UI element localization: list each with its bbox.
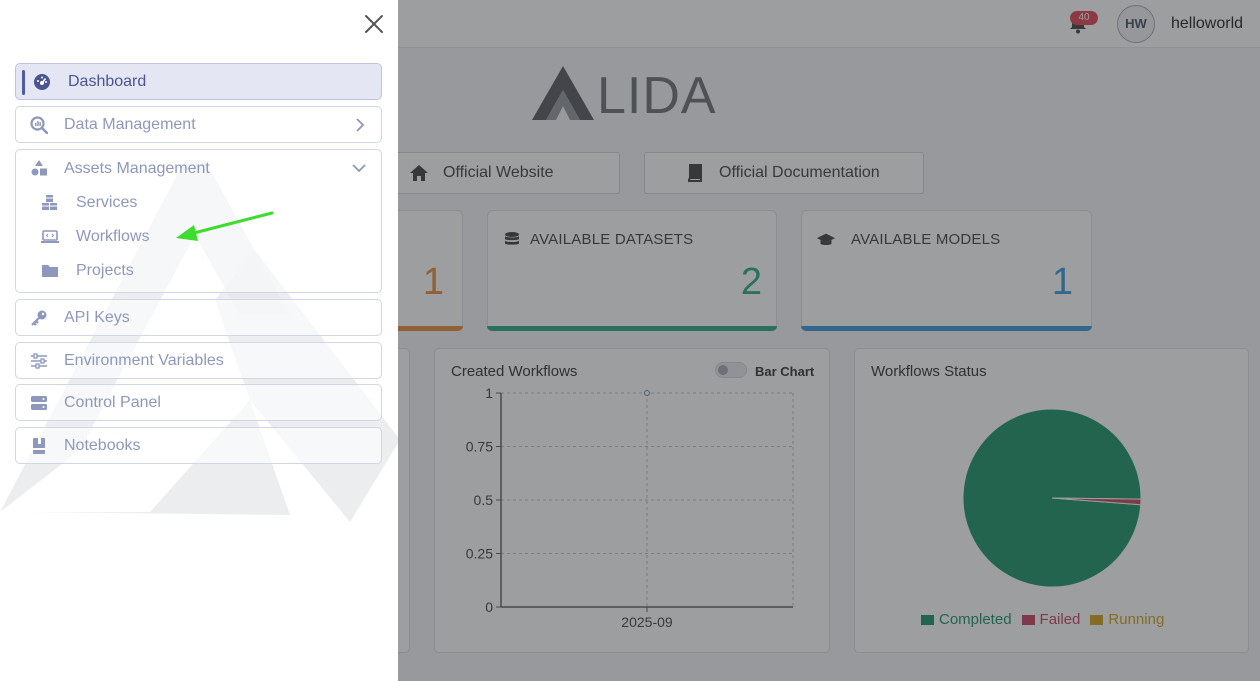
nav-label: Services: [76, 194, 138, 211]
active-indicator: [22, 70, 25, 95]
laptop-code-icon: [41, 230, 59, 243]
nav-label: Projects: [76, 262, 134, 279]
nav-subitem-services[interactable]: Services: [16, 187, 381, 217]
key-icon: [30, 309, 48, 327]
nav-group-assets-management: Assets Management Services Workflows Pro…: [15, 149, 382, 293]
close-icon[interactable]: [362, 12, 386, 36]
server-icon: [30, 394, 48, 412]
side-drawer: Dashboard Data Management Assets Managem…: [0, 0, 398, 681]
nav-label: API Keys: [64, 309, 130, 326]
nav-label: Dashboard: [68, 73, 147, 90]
chevron-down-icon: [352, 164, 366, 173]
cubes-icon: [42, 195, 57, 210]
nav-label: Data Management: [64, 116, 196, 133]
nav-label: Assets Management: [64, 160, 210, 177]
shapes-icon: [31, 160, 47, 176]
nav-item-control-panel[interactable]: Control Panel: [15, 384, 382, 421]
dashboard-icon: [33, 73, 51, 91]
nav-item-assets-management[interactable]: Assets Management: [16, 150, 381, 188]
nav-label: Control Panel: [64, 394, 161, 411]
nav-label: Workflows: [76, 228, 150, 245]
nav-item-api-keys[interactable]: API Keys: [15, 299, 382, 336]
folder-icon: [42, 265, 58, 277]
nav-item-environment-variables[interactable]: Environment Variables: [15, 342, 382, 379]
nav-label: Notebooks: [64, 437, 141, 454]
chevron-right-icon: [356, 118, 365, 132]
nav-item-notebooks[interactable]: Notebooks: [15, 427, 382, 464]
nav-subitem-workflows[interactable]: Workflows: [16, 221, 381, 251]
nav-subitem-projects[interactable]: Projects: [16, 255, 381, 285]
nav-item-dashboard[interactable]: Dashboard: [15, 63, 382, 100]
sliders-icon: [30, 352, 48, 370]
nav-label: Environment Variables: [64, 352, 224, 369]
notebook-icon: [30, 437, 48, 455]
nav-item-data-management[interactable]: Data Management: [15, 106, 382, 143]
search-chart-icon: [30, 116, 48, 134]
